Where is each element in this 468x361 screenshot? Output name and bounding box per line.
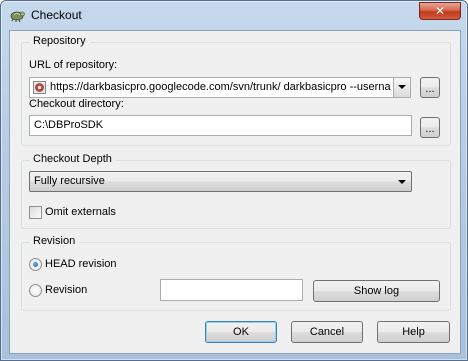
head-revision-label[interactable]: HEAD revision — [45, 258, 117, 270]
cancel-button[interactable]: Cancel — [291, 321, 363, 343]
checkout-dir-field[interactable]: C:\DBProSDK — [29, 115, 412, 136]
revision-group-label: Revision — [30, 235, 80, 247]
checkout-dir-label: Checkout directory: — [29, 98, 124, 110]
checkout-dir-browse-button[interactable]: ... — [420, 117, 440, 138]
chevron-down-icon — [398, 180, 406, 184]
checkout-depth-value: Fully recursive — [34, 175, 105, 187]
url-label: URL of repository: — [29, 59, 118, 71]
repository-group-label: Repository — [30, 35, 90, 47]
checkout-depth-select[interactable]: Fully recursive — [29, 171, 412, 192]
revision-input[interactable] — [160, 279, 303, 301]
omit-externals-checkbox[interactable] — [29, 206, 42, 219]
revision-radio[interactable] — [29, 284, 42, 297]
dialog-body: Repository URL of repository: https://da… — [9, 30, 461, 354]
url-combobox[interactable]: https://darkbasicpro.googlecode.com/svn/… — [29, 77, 411, 98]
omit-externals-label[interactable]: Omit externals — [45, 206, 116, 218]
url-input[interactable]: https://darkbasicpro.googlecode.com/svn/… — [50, 81, 391, 93]
title-bar[interactable]: Checkout ✕ — [1, 1, 467, 29]
repository-icon — [33, 81, 46, 94]
checkout-dialog: Checkout ✕ Repository URL of repository:… — [0, 0, 468, 361]
checkout-depth-group-label: Checkout Depth — [30, 153, 116, 165]
checkout-dir-input[interactable]: C:\DBProSDK — [34, 119, 103, 131]
help-button[interactable]: Help — [377, 321, 450, 343]
url-dropdown-arrow[interactable] — [393, 78, 410, 97]
url-browse-button[interactable]: ... — [420, 77, 440, 98]
head-revision-radio[interactable] — [29, 258, 42, 271]
revision-label[interactable]: Revision — [45, 284, 87, 296]
close-button[interactable]: ✕ — [419, 2, 461, 20]
ok-button[interactable]: OK — [205, 321, 277, 343]
window-title: Checkout — [31, 8, 82, 22]
tortoise-icon — [10, 11, 25, 23]
show-log-button[interactable]: Show log — [313, 280, 440, 302]
close-icon: ✕ — [434, 4, 446, 18]
